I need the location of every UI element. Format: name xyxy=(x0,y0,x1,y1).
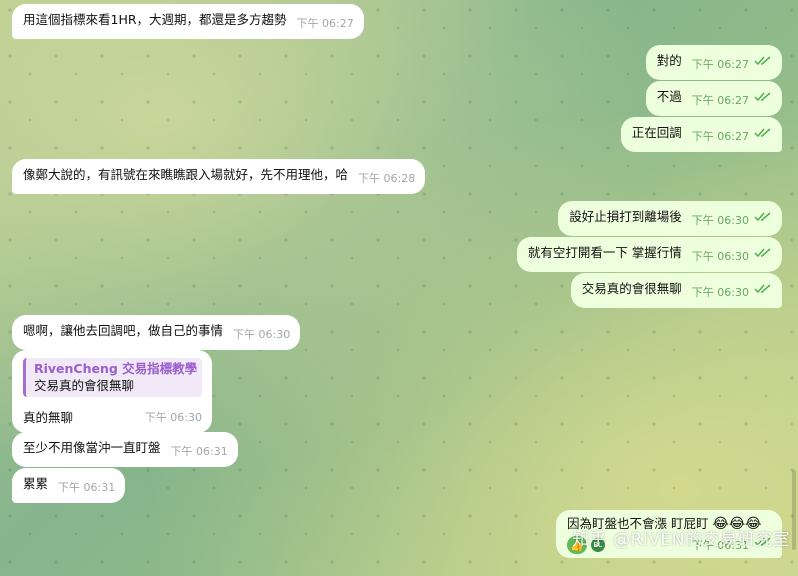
message-outgoing[interactable]: 不過 下午 06:27 xyxy=(645,81,782,116)
scrollbar[interactable] xyxy=(792,470,796,550)
message-time: 下午 06:27 xyxy=(691,58,749,71)
message-incoming[interactable]: 嗯啊，讓他去回調吧，做自己的事情 下午 06:30 xyxy=(12,315,301,350)
message-outgoing[interactable]: 交易真的會很無聊 下午 06:30 xyxy=(570,273,782,308)
watermark: 知乎 @RIVEN的交易研究室 xyxy=(572,530,790,550)
message-text: 至少不用像當沖一直盯盤 xyxy=(23,440,161,455)
read-checkmarks-icon xyxy=(754,212,771,222)
message-time: 下午 06:27 xyxy=(691,130,749,143)
message-incoming[interactable]: 像鄭大說的，有訊號在來瞧瞧跟入場就好，先不用理他，哈 下午 06:28 xyxy=(12,159,426,194)
message-time: 下午 06:31 xyxy=(170,445,228,458)
read-checkmarks-icon xyxy=(754,56,771,66)
message-time: 下午 06:30 xyxy=(691,250,749,263)
message-text: 設好止損打到離場後 xyxy=(569,209,682,224)
read-checkmarks-icon xyxy=(754,284,771,294)
message-text: 像鄭大說的，有訊號在來瞧瞧跟入場就好，先不用理他，哈 xyxy=(23,167,349,182)
message-time: 下午 06:30 xyxy=(233,328,291,341)
message-time: 下午 06:31 xyxy=(58,481,116,494)
message-text: 累累 xyxy=(23,476,49,491)
read-checkmarks-icon xyxy=(754,92,771,102)
message-time: 下午 06:28 xyxy=(358,172,416,185)
message-text: 不過 xyxy=(656,89,682,104)
reply-author: RivenCheng 交易指標教學 xyxy=(34,361,198,376)
message-text: 交易真的會很無聊 xyxy=(581,281,682,296)
message-outgoing[interactable]: 就有空打開看一下 掌握行情 下午 06:30 xyxy=(516,237,782,272)
message-text: 用這個指標來看1HR，大週期，都還是多方趨勢 xyxy=(23,12,287,27)
message-text: 真的無聊 xyxy=(23,410,74,425)
read-checkmarks-icon xyxy=(754,128,771,138)
message-text: 嗯啊，讓他去回調吧，做自己的事情 xyxy=(23,323,224,338)
message-text: 正在回調 xyxy=(631,125,682,140)
read-checkmarks-icon xyxy=(754,248,771,258)
reply-quote[interactable]: RivenCheng 交易指標教學 交易真的會很無聊 xyxy=(23,358,202,397)
message-incoming[interactable]: 用這個指標來看1HR，大週期，都還是多方趨勢 下午 06:27 xyxy=(12,4,364,39)
message-incoming[interactable]: 累累 下午 06:31 xyxy=(12,468,126,503)
message-outgoing[interactable]: 正在回調 下午 06:27 xyxy=(620,117,782,152)
message-time: 下午 06:30 xyxy=(144,411,202,424)
message-text: 對的 xyxy=(656,53,682,68)
reply-text: 交易真的會很無聊 xyxy=(34,378,135,393)
message-time: 下午 06:27 xyxy=(296,17,354,30)
message-time: 下午 06:30 xyxy=(691,214,749,227)
message-time: 下午 06:27 xyxy=(691,94,749,107)
message-text: 就有空打開看一下 掌握行情 xyxy=(527,245,682,260)
message-incoming-reply[interactable]: RivenCheng 交易指標教學 交易真的會很無聊 真的無聊 下午 06:30 xyxy=(12,350,212,433)
message-time: 下午 06:30 xyxy=(691,286,749,299)
message-incoming[interactable]: 至少不用像當沖一直盯盤 下午 06:31 xyxy=(12,432,238,467)
message-outgoing[interactable]: 對的 下午 06:27 xyxy=(645,45,782,80)
message-outgoing[interactable]: 設好止損打到離場後 下午 06:30 xyxy=(558,201,782,236)
